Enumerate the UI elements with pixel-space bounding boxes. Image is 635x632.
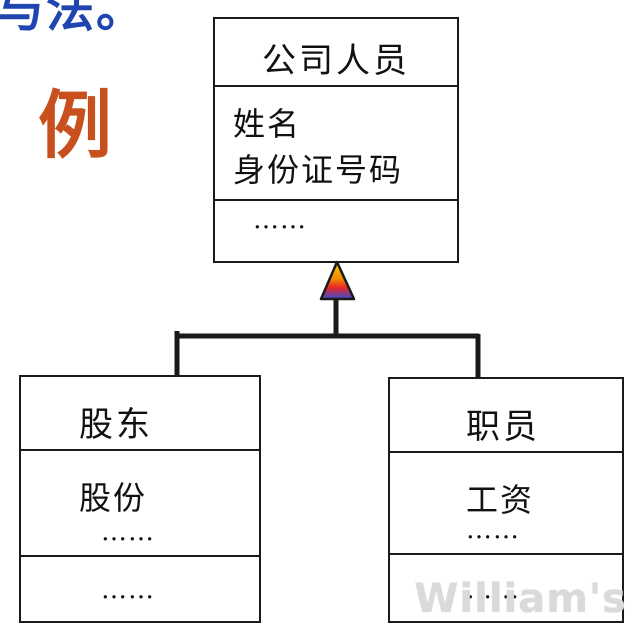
attribute-shares: 股份: [79, 479, 148, 517]
watermark: William's: [414, 576, 627, 622]
class-name: 职员: [466, 407, 540, 447]
attributes-compartment: 工资 ……: [390, 451, 622, 553]
class-name: 股东: [79, 405, 153, 445]
class-shareholder: 股东 股份 …… ……: [19, 375, 261, 623]
attributes-more: ……: [101, 517, 155, 547]
attributes-compartment: 股份 ……: [21, 449, 259, 555]
methods-placeholder: ……: [101, 575, 155, 605]
attributes-more: ……: [466, 515, 520, 545]
methods-compartment: ……: [21, 555, 259, 621]
inheritance-arrowhead: [319, 260, 356, 301]
class-name-compartment: 职员: [390, 379, 622, 451]
class-name-compartment: 股东: [21, 377, 259, 449]
